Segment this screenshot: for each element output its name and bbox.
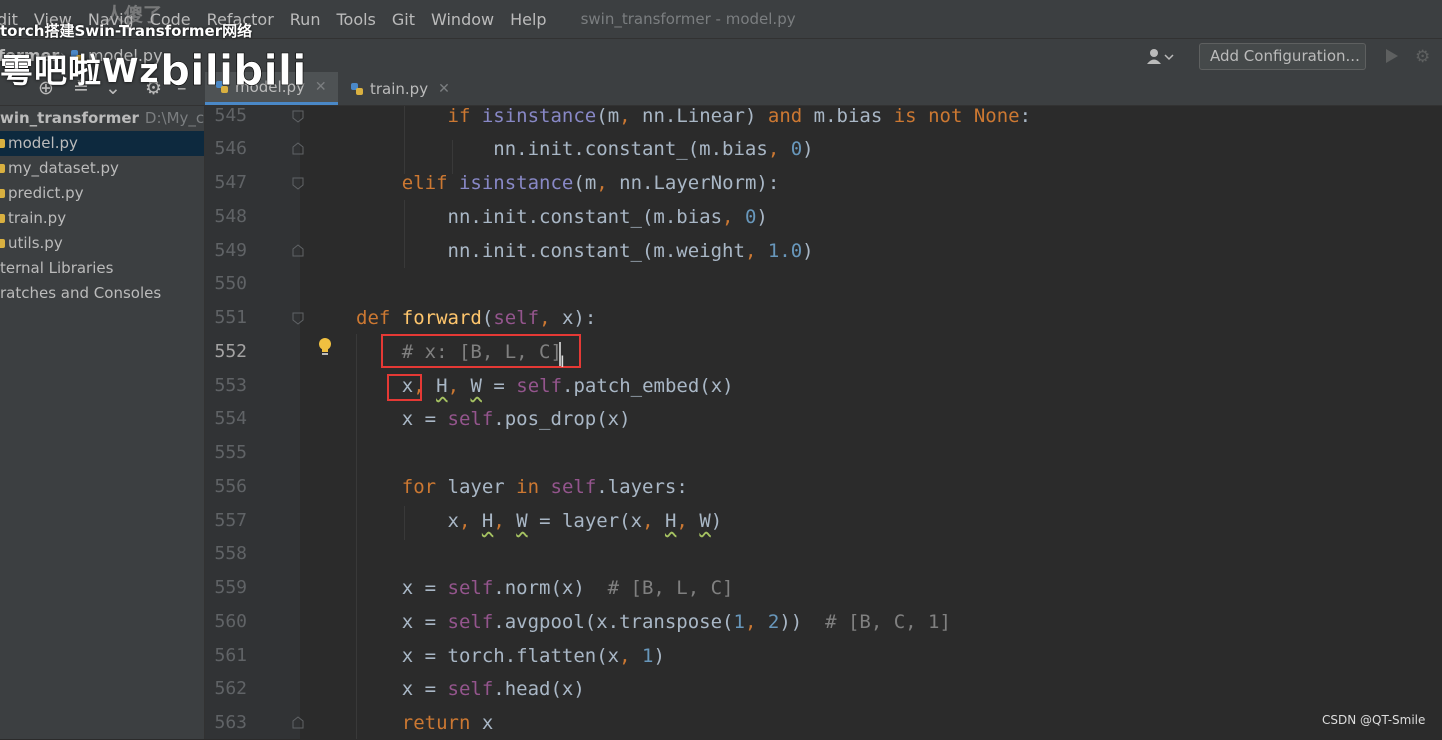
- tree-item-label: model.py: [8, 134, 78, 152]
- tree-item-predict-py[interactable]: predict.py: [0, 181, 204, 206]
- author-watermark: 雩吧啦Wz: [0, 51, 160, 90]
- line-number: 554: [214, 408, 247, 429]
- highlight-box-comment: [381, 334, 581, 368]
- line-number: 553: [214, 375, 247, 396]
- tree-item-label: my_dataset.py: [8, 159, 119, 177]
- line-number: 562: [214, 678, 247, 699]
- line-number: 558: [214, 543, 247, 564]
- tree-item-label: ratches and Consoles: [0, 284, 162, 302]
- line-number: 551: [214, 307, 247, 328]
- python-file-icon: [0, 189, 5, 198]
- python-file-icon: [351, 82, 363, 95]
- project-tree: win_transformer D:\My_code model.py my_da…: [0, 106, 232, 739]
- window-title: swin_transformer - model.py: [580, 10, 796, 28]
- close-icon[interactable]: ✕: [315, 79, 327, 95]
- menu-tools[interactable]: Tools: [336, 10, 375, 29]
- line-number: 555: [214, 442, 247, 463]
- line-number: 556: [214, 476, 247, 497]
- menu-window[interactable]: Window: [431, 10, 494, 29]
- line-number: 549: [214, 240, 247, 261]
- project-name: win_transformer: [0, 109, 139, 127]
- code-line[interactable]: x = self.norm(x) # [B, L, C]: [356, 571, 734, 605]
- tree-item-scratches[interactable]: ratches and Consoles: [0, 281, 204, 306]
- code-line[interactable]: x = self.avgpool(x.transpose(1, 2)) # [B…: [356, 605, 951, 639]
- line-number: 563: [214, 712, 247, 733]
- tree-item-utils-py[interactable]: utils.py: [0, 231, 204, 256]
- code-line[interactable]: x = torch.flatten(x, 1): [356, 639, 665, 673]
- fold-marker-icon[interactable]: [291, 109, 305, 123]
- code-line[interactable]: if isinstance(m, nn.Linear) and m.bias i…: [356, 99, 1032, 133]
- run-icon[interactable]: [1385, 48, 1399, 64]
- line-number: 557: [214, 510, 247, 531]
- code-line[interactable]: x, H, W = layer(x, H, W): [356, 504, 723, 538]
- python-file-icon: [0, 139, 5, 148]
- fold-end-icon[interactable]: [291, 244, 305, 258]
- line-number: 561: [214, 645, 247, 666]
- line-number-current: 552: [214, 341, 247, 362]
- code-line[interactable]: x = self.head(x): [356, 672, 585, 706]
- line-number: 548: [214, 206, 247, 227]
- menu-git[interactable]: Git: [392, 10, 415, 29]
- tree-item-my-dataset-py[interactable]: my_dataset.py: [0, 156, 204, 181]
- bilibili-logo: bilibili: [160, 46, 305, 96]
- python-file-icon: [0, 164, 5, 173]
- fold-marker-icon[interactable]: [291, 311, 305, 325]
- line-number: 560: [214, 611, 247, 632]
- svg-text:bilibili: bilibili: [160, 46, 305, 95]
- add-configuration-button[interactable]: Add Configuration...: [1199, 43, 1366, 70]
- fold-end-icon[interactable]: [291, 142, 305, 156]
- python-file-icon: [0, 239, 5, 248]
- tree-item-model-py[interactable]: model.py: [0, 131, 204, 156]
- tree-root[interactable]: win_transformer D:\My_code: [0, 106, 232, 131]
- code-line[interactable]: nn.init.constant_(m.bias, 0): [356, 132, 813, 166]
- tree-item-label: predict.py: [8, 184, 84, 202]
- settings-gear-icon[interactable]: ⚙: [1415, 47, 1430, 67]
- tree-item-label: train.py: [8, 209, 67, 227]
- ibeam-cursor-icon: I: [560, 352, 565, 371]
- tree-item-label: ternal Libraries: [0, 259, 114, 277]
- code-line[interactable]: x = self.pos_drop(x): [356, 402, 631, 436]
- code-line[interactable]: return x: [356, 706, 494, 740]
- line-number: 547: [214, 172, 247, 193]
- code-line[interactable]: for layer in self.layers:: [356, 470, 688, 504]
- code-line[interactable]: def forward(self, x):: [356, 301, 596, 335]
- video-title-watermark: torch搭建Swin-Transformer网络: [0, 22, 253, 40]
- menu-help[interactable]: Help: [510, 10, 546, 29]
- fold-marker-icon[interactable]: [291, 176, 305, 190]
- lightbulb-icon[interactable]: [316, 337, 334, 357]
- line-number: 559: [214, 577, 247, 598]
- tree-item-external-libraries[interactable]: ternal Libraries: [0, 256, 204, 281]
- code-line[interactable]: nn.init.constant_(m.bias, 0): [356, 200, 768, 234]
- code-line[interactable]: nn.init.constant_(m.weight, 1.0): [356, 234, 814, 268]
- close-icon[interactable]: ✕: [438, 81, 450, 97]
- tab-label: train.py: [370, 79, 429, 98]
- user-icon[interactable]: [1145, 47, 1175, 67]
- tree-item-train-py[interactable]: train.py: [0, 206, 204, 231]
- fold-end-icon[interactable]: [291, 716, 305, 730]
- highlight-box-x: [387, 374, 422, 401]
- menu-run[interactable]: Run: [290, 10, 321, 29]
- line-number: 550: [214, 273, 247, 294]
- line-number: 546: [214, 138, 247, 159]
- python-file-icon: [0, 214, 5, 223]
- tree-item-label: utils.py: [8, 234, 63, 252]
- csdn-watermark: CSDN @QT-Smile: [1322, 713, 1426, 727]
- code-line[interactable]: elif isinstance(m, nn.LayerNorm):: [356, 166, 780, 200]
- line-number: 545: [214, 105, 247, 126]
